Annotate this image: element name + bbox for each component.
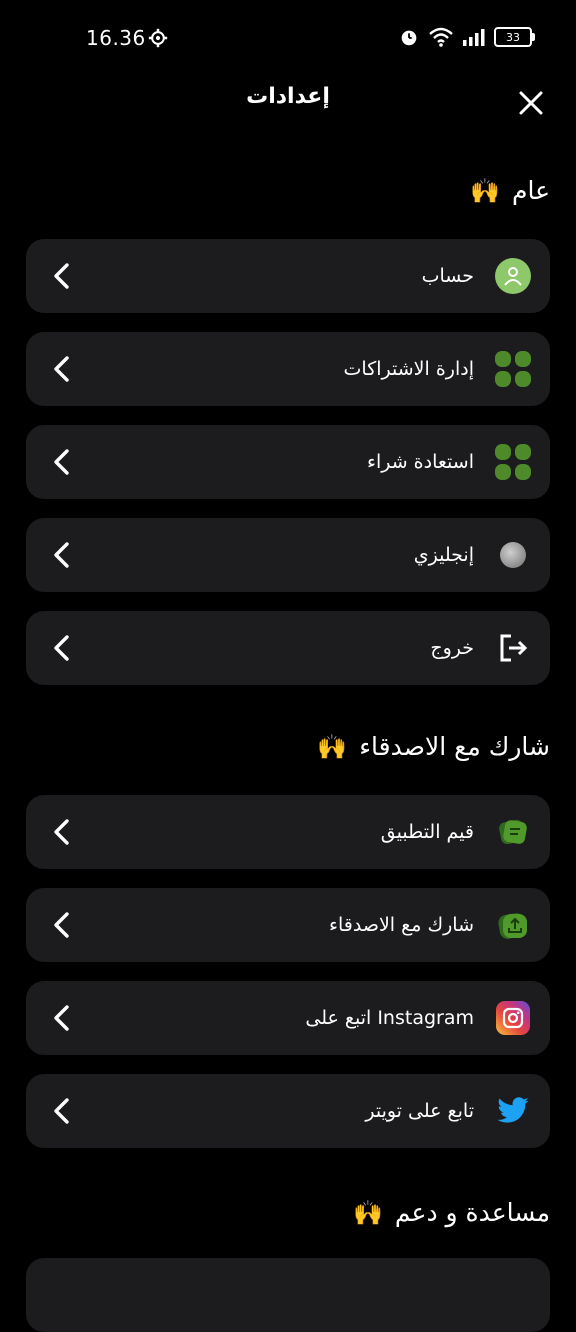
status-time: 16.36 <box>86 26 146 50</box>
twitter-icon <box>494 1092 532 1130</box>
settings-row-restore-purchase[interactable]: استعادة شراء <box>26 425 550 499</box>
row-label: خروج <box>430 637 474 659</box>
settings-row-logout[interactable]: خروج <box>26 611 550 685</box>
section-title-general: عام 🙌 <box>470 176 550 205</box>
settings-row-instagram[interactable]: Instagram اتبع على <box>26 981 550 1055</box>
settings-row-partial[interactable] <box>26 1258 550 1332</box>
user-avatar-icon <box>494 257 532 295</box>
section-title-text: شارك مع الاصدقاء <box>359 732 550 761</box>
grid-icon <box>494 350 532 388</box>
row-label: إنجليزي <box>413 544 474 566</box>
chevron-left-icon <box>54 356 69 382</box>
instagram-icon <box>494 999 532 1037</box>
section-title-help: مساعدة و دعم 🙌 <box>353 1198 550 1227</box>
logout-icon <box>494 629 532 667</box>
status-bar: 16.36 33 <box>0 0 576 78</box>
battery-indicator: 33 <box>494 27 535 47</box>
section-title-text: مساعدة و دعم <box>394 1198 550 1227</box>
row-label: استعادة شراء <box>367 451 474 473</box>
row-label: Instagram اتبع على <box>305 1007 474 1029</box>
share-icon <box>494 906 532 944</box>
rate-icon <box>494 813 532 851</box>
row-label: إدارة الاشتراكات <box>343 358 474 380</box>
row-label: شارك مع الاصدقاء <box>329 914 474 936</box>
chevron-left-icon <box>54 1005 69 1031</box>
raising-hands-icon: 🙌 <box>353 1198 383 1227</box>
signal-icon <box>463 29 485 46</box>
settings-row-language[interactable]: إنجليزي <box>26 518 550 592</box>
raising-hands-icon: 🙌 <box>470 176 500 205</box>
row-label: حساب <box>421 265 474 287</box>
wifi-icon <box>429 27 453 47</box>
settings-row-subscriptions[interactable]: إدارة الاشتراكات <box>26 332 550 406</box>
settings-gear-icon <box>148 28 168 48</box>
status-icons: 33 <box>398 26 535 48</box>
battery-level: 33 <box>506 30 520 44</box>
row-label: قيم التطبيق <box>380 821 474 843</box>
chevron-left-icon <box>54 263 69 289</box>
section-title-text: عام <box>511 176 550 205</box>
page-title: إعدادات <box>246 84 330 109</box>
chevron-left-icon <box>54 449 69 475</box>
chevron-left-icon <box>54 912 69 938</box>
settings-row-share-friends[interactable]: شارك مع الاصدقاء <box>26 888 550 962</box>
chevron-left-icon <box>54 1098 69 1124</box>
section-title-share: شارك مع الاصدقاء 🙌 <box>317 732 550 761</box>
close-button[interactable] <box>514 86 548 120</box>
settings-row-twitter[interactable]: تابع على تويتر <box>26 1074 550 1148</box>
raising-hands-icon: 🙌 <box>317 732 348 761</box>
alarm-icon <box>401 30 417 46</box>
settings-row-account[interactable]: حساب <box>26 239 550 313</box>
globe-icon <box>494 536 532 574</box>
settings-row-rate-app[interactable]: قيم التطبيق <box>26 795 550 869</box>
row-label: تابع على تويتر <box>365 1100 474 1122</box>
grid-icon <box>494 443 532 481</box>
close-icon <box>519 91 543 115</box>
chevron-left-icon <box>54 819 69 845</box>
chevron-left-icon <box>54 635 69 661</box>
chevron-left-icon <box>54 542 69 568</box>
